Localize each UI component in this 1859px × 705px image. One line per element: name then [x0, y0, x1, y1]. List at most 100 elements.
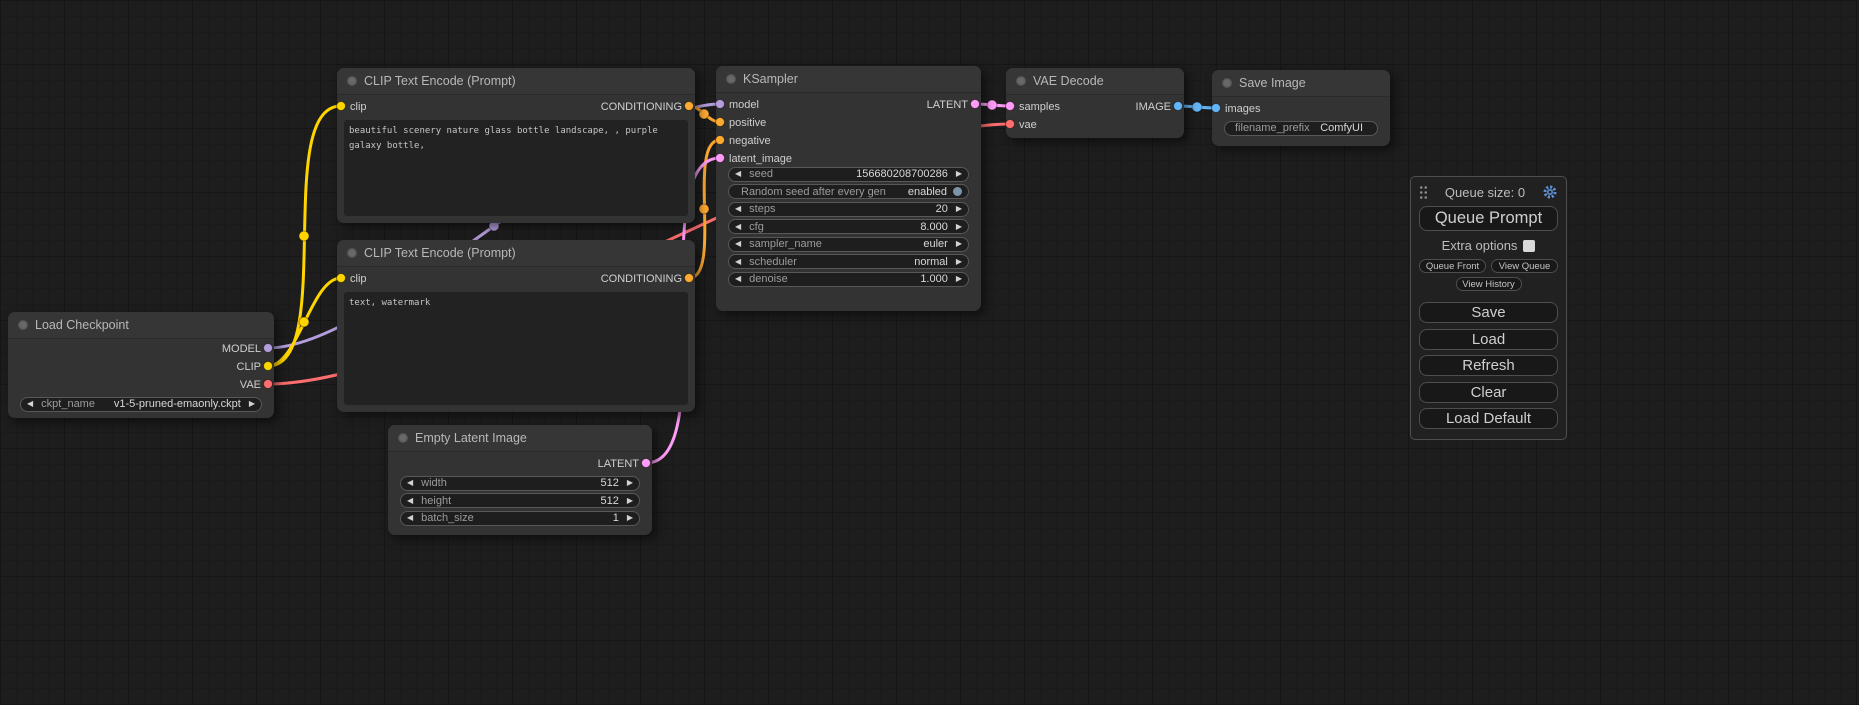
queue-prompt-button[interactable]: Queue Prompt — [1419, 206, 1558, 231]
queue-front-button[interactable]: Queue Front — [1419, 259, 1486, 273]
batch-size-widget[interactable]: ◀ batch_size 1 ▶ — [400, 511, 640, 526]
refresh-button[interactable]: Refresh — [1419, 355, 1558, 376]
ckpt-name-widget[interactable]: ◀ ckpt_name v1-5-pruned-emaonly.ckpt ▶ — [20, 397, 262, 412]
clear-button[interactable]: Clear — [1419, 382, 1558, 403]
increment-arrow-icon[interactable]: ▶ — [956, 170, 962, 178]
decrement-arrow-icon[interactable]: ◀ — [407, 514, 413, 522]
increment-arrow-icon[interactable]: ▶ — [627, 514, 633, 522]
decrement-arrow-icon[interactable]: ◀ — [735, 170, 741, 178]
widget-value: ComfyUI — [1320, 122, 1363, 134]
widget-value: 1 — [613, 512, 619, 524]
cfg-widget[interactable]: ◀ cfg 8.000 ▶ — [728, 219, 969, 234]
widget-value: v1-5-pruned-emaonly.ckpt — [114, 398, 241, 410]
output-label-image: IMAGE — [1136, 101, 1171, 113]
node-save-image[interactable]: Save Image images filename_prefix ComfyU… — [1212, 70, 1390, 146]
link-dot-negative-conditioning — [699, 204, 709, 214]
decrement-arrow-icon[interactable]: ◀ — [735, 223, 741, 231]
extra-options-checkbox[interactable] — [1523, 240, 1535, 252]
width-widget[interactable]: ◀ width 512 ▶ — [400, 476, 640, 491]
sampler-name-widget[interactable]: ◀ sampler_name euler ▶ — [728, 237, 969, 252]
decrement-arrow-icon[interactable]: ◀ — [735, 275, 741, 283]
output-label-vae: VAE — [240, 379, 261, 391]
node-status-dot[interactable] — [347, 248, 357, 258]
increment-arrow-icon[interactable]: ▶ — [627, 479, 633, 487]
increment-arrow-icon[interactable]: ▶ — [627, 497, 633, 505]
increment-arrow-icon[interactable]: ▶ — [956, 205, 962, 213]
node-title-label: CLIP Text Encode (Prompt) — [364, 246, 516, 260]
node-ksampler[interactable]: KSampler model LATENT positive negative … — [716, 66, 981, 311]
node-title-bar[interactable]: Empty Latent Image — [388, 425, 652, 452]
load-default-button[interactable]: Load Default — [1419, 408, 1558, 429]
node-status-dot[interactable] — [1222, 78, 1232, 88]
link-dot-positive-conditioning — [699, 109, 709, 119]
widget-value: 156680208700286 — [856, 168, 948, 180]
widget-label: height — [421, 495, 451, 507]
widget-value: enabled — [908, 186, 947, 198]
node-graph-canvas[interactable]: { "colors": { "model": "#B39DDB", "clip"… — [0, 0, 1859, 705]
widget-value: 8.000 — [920, 221, 948, 233]
increment-arrow-icon[interactable]: ▶ — [956, 240, 962, 248]
decrement-arrow-icon[interactable]: ◀ — [735, 205, 741, 213]
node-clip-text-encode-positive[interactable]: CLIP Text Encode (Prompt) clip CONDITION… — [337, 68, 695, 223]
queue-panel: Queue size: 0 Queue Prompt Extra options… — [1410, 176, 1567, 440]
load-button[interactable]: Load — [1419, 329, 1558, 350]
decrement-arrow-icon[interactable]: ◀ — [735, 240, 741, 248]
widget-label: denoise — [749, 273, 788, 285]
input-label-positive: positive — [729, 117, 766, 129]
save-button[interactable]: Save — [1419, 302, 1558, 323]
widget-value: euler — [923, 238, 947, 250]
input-label-clip: clip — [350, 101, 367, 113]
increment-arrow-icon[interactable]: ▶ — [249, 400, 255, 408]
node-clip-text-encode-negative[interactable]: CLIP Text Encode (Prompt) clip CONDITION… — [337, 240, 695, 412]
wire-clip-to-positive-prompt — [268, 106, 341, 366]
view-queue-button[interactable]: View Queue — [1491, 259, 1558, 273]
decrement-arrow-icon[interactable]: ◀ — [407, 497, 413, 505]
height-widget[interactable]: ◀ height 512 ▶ — [400, 493, 640, 508]
widget-label: batch_size — [421, 512, 474, 524]
scheduler-widget[interactable]: ◀ scheduler normal ▶ — [728, 254, 969, 269]
widget-value: 512 — [600, 477, 618, 489]
widget-label: steps — [749, 203, 775, 215]
node-status-dot[interactable] — [398, 433, 408, 443]
node-status-dot[interactable] — [1016, 76, 1026, 86]
increment-arrow-icon[interactable]: ▶ — [956, 223, 962, 231]
steps-widget[interactable]: ◀ steps 20 ▶ — [728, 202, 969, 217]
node-vae-decode[interactable]: VAE Decode samples IMAGE vae — [1006, 68, 1184, 138]
node-title-label: Empty Latent Image — [415, 431, 527, 445]
widget-label: width — [421, 477, 447, 489]
increment-arrow-icon[interactable]: ▶ — [956, 258, 962, 266]
widget-label: ckpt_name — [41, 398, 95, 410]
link-dot-image-to-save — [1192, 102, 1202, 112]
node-title-bar[interactable]: CLIP Text Encode (Prompt) — [337, 68, 695, 95]
widget-value: 20 — [936, 203, 948, 215]
input-label-clip: clip — [350, 273, 367, 285]
node-status-dot[interactable] — [18, 320, 28, 330]
node-title-bar[interactable]: Load Checkpoint — [8, 312, 274, 339]
node-title-bar[interactable]: Save Image — [1212, 70, 1390, 97]
filename-prefix-widget[interactable]: filename_prefix ComfyUI — [1224, 121, 1378, 136]
node-empty-latent-image[interactable]: Empty Latent Image LATENT ◀ width 512 ▶ … — [388, 425, 652, 535]
negative-prompt-textarea[interactable]: text, watermark — [344, 292, 688, 405]
toggle-indicator-dot[interactable] — [953, 187, 962, 196]
increment-arrow-icon[interactable]: ▶ — [956, 275, 962, 283]
node-load-checkpoint[interactable]: Load Checkpoint MODEL CLIP VAE ◀ ckpt_na… — [8, 312, 274, 418]
random-seed-toggle-widget[interactable]: Random seed after every gen enabled — [728, 184, 969, 199]
node-status-dot[interactable] — [347, 76, 357, 86]
positive-prompt-textarea[interactable]: beautiful scenery nature glass bottle la… — [344, 120, 688, 216]
output-label-latent: LATENT — [598, 458, 639, 470]
seed-widget[interactable]: ◀ seed 156680208700286 ▶ — [728, 167, 969, 182]
decrement-arrow-icon[interactable]: ◀ — [27, 400, 33, 408]
node-title-bar[interactable]: VAE Decode — [1006, 68, 1184, 95]
input-label-latent-image: latent_image — [729, 153, 792, 165]
decrement-arrow-icon[interactable]: ◀ — [735, 258, 741, 266]
denoise-widget[interactable]: ◀ denoise 1.000 ▶ — [728, 272, 969, 287]
settings-gear-icon[interactable] — [1542, 184, 1558, 200]
node-title-bar[interactable]: KSampler — [716, 66, 981, 93]
node-status-dot[interactable] — [726, 74, 736, 84]
input-label-negative: negative — [729, 135, 771, 147]
decrement-arrow-icon[interactable]: ◀ — [407, 479, 413, 487]
node-title-bar[interactable]: CLIP Text Encode (Prompt) — [337, 240, 695, 267]
drag-handle-icon[interactable] — [1419, 185, 1428, 200]
view-history-button[interactable]: View History — [1456, 277, 1522, 291]
widget-value: 1.000 — [920, 273, 948, 285]
